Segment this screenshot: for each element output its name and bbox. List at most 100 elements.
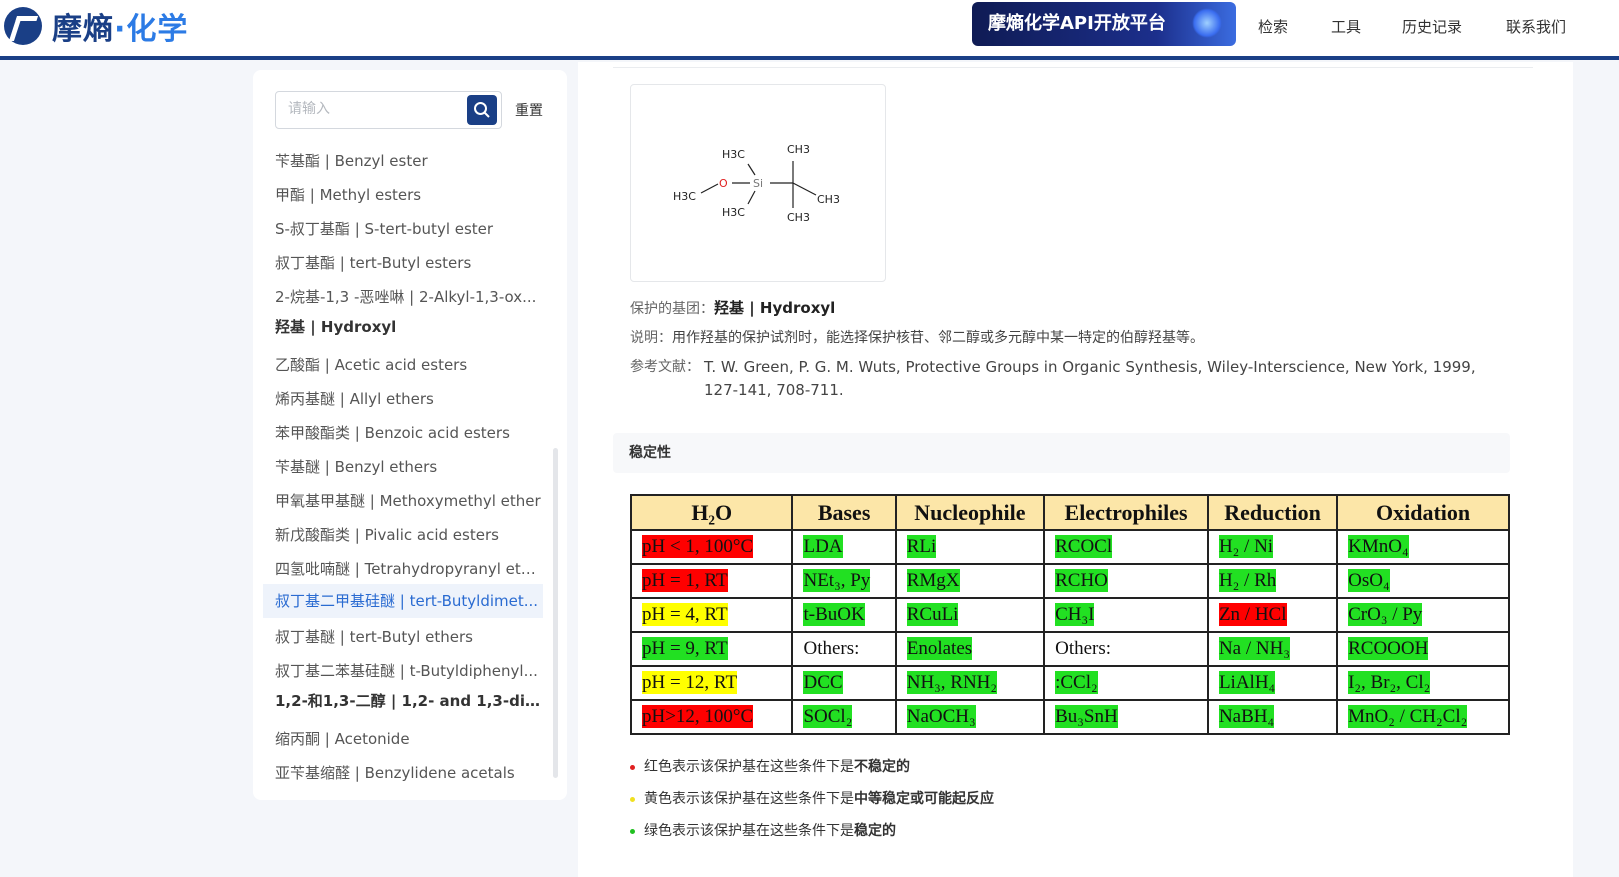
condition-label: H₂ / Rh <box>1218 569 1277 592</box>
column-header: Electrophiles <box>1043 494 1209 531</box>
table-row: pH = 1, RT NEt₃, Py RMgX RCHO H₂ / Rh OsO₄ <box>629 563 1510 599</box>
api-platform-banner[interactable]: 摩熵化学API开放平台 <box>972 2 1236 46</box>
table-cell: SOCl₂ <box>791 699 897 735</box>
list-item[interactable]: 烯丙基醚 | Allyl ethers <box>275 388 543 409</box>
condition-label: RMgX <box>906 569 960 592</box>
condition-label: RCuLi <box>906 603 959 626</box>
molecule-structure: H3C CH3 O Si H3C CH3 H3C CH3 <box>673 143 840 224</box>
table-cell: pH = 9, RT <box>629 631 794 667</box>
list-item[interactable]: 2-烷基-1,3 -恶唑啉 | 2-Alkyl-1,3-ox... <box>275 286 543 307</box>
table-cell: LDA <box>791 529 897 565</box>
table-cell: NaBH₄ <box>1206 699 1339 735</box>
condition-label: pH>12, 100°C <box>642 705 754 728</box>
table-cell: pH = 4, RT <box>629 597 794 633</box>
table-row: pH < 1, 100°C LDA RLi RCOCl H₂ / Ni KMnO₄ <box>629 529 1510 565</box>
list-item[interactable]: 亚苄基缩醛 | Benzylidene acetals <box>275 762 543 783</box>
site-logo[interactable]: 摩熵·化学 <box>4 4 188 48</box>
list-item[interactable]: 苯甲酸酯类 | Benzoic acid esters <box>275 422 543 443</box>
table-cell: I₂, Br₂, Cl₂ <box>1336 665 1510 701</box>
group-heading[interactable]: 羟基 | Hydroxyl <box>275 316 543 337</box>
table-cell: Others: <box>1043 631 1209 667</box>
list-item[interactable]: 苄基醚 | Benzyl ethers <box>275 456 543 477</box>
green-dot-icon <box>630 828 635 834</box>
table-cell: RMgX <box>894 563 1046 599</box>
table-cell: OsO₄ <box>1336 563 1510 599</box>
nav-search[interactable]: 检索 <box>1258 16 1288 37</box>
column-header: Reduction <box>1206 494 1339 531</box>
list-item[interactable]: S-叔丁基酯 | S-tert-butyl ester <box>275 218 543 239</box>
main-content: H3C CH3 O Si H3C CH3 H3C CH3 保护的基团：羟基 | … <box>578 62 1573 877</box>
table-cell: :CCl₂ <box>1043 665 1209 701</box>
condition-label: KMnO₄ <box>1348 535 1409 558</box>
search-icon <box>474 102 490 118</box>
stability-table: H₂O Bases Nucleophile Electrophiles Redu… <box>629 494 1510 735</box>
list-item[interactable]: 四氢吡喃醚 | Tetrahydropyranyl eth... <box>275 558 543 579</box>
logo-text: 摩熵·化学 <box>52 12 189 47</box>
table-cell: MnO₂ / CH₂Cl₂ <box>1336 699 1510 735</box>
condition-label: I₂, Br₂, Cl₂ <box>1348 671 1431 694</box>
reset-button[interactable]: 重置 <box>515 100 543 120</box>
table-cell: H₂ / Rh <box>1206 563 1339 599</box>
table-cell: NH₃, RNH₂ <box>894 665 1046 701</box>
legend-red: 红色表示该保护基在这些条件下是不稳定的 <box>630 756 910 776</box>
group-heading[interactable]: 1,2-和1,3-二醇 | 1,2- and 1,3-diols <box>275 690 543 711</box>
list-item[interactable]: 乙酸酯 | Acetic acid esters <box>275 354 543 375</box>
nav-tools[interactable]: 工具 <box>1331 16 1361 37</box>
condition-label: pH = 1, RT <box>642 569 728 592</box>
condition-label: NaBH₄ <box>1218 705 1275 728</box>
condition-label: RLi <box>906 535 937 558</box>
condition-label: DCC <box>803 671 843 694</box>
table-cell: LiAlH₄ <box>1206 665 1339 701</box>
table-cell: pH>12, 100°C <box>629 699 794 735</box>
condition-label: CH₃I <box>1055 603 1095 626</box>
nav-contact[interactable]: 联系我们 <box>1506 16 1566 37</box>
condition-label: :CCl₂ <box>1055 671 1098 694</box>
column-header: Bases <box>791 494 897 531</box>
table-cell: CH₃I <box>1043 597 1209 633</box>
table-cell: pH = 1, RT <box>629 563 794 599</box>
table-row: pH = 9, RT Others: Enolates Others: Na / NH₃… <box>629 631 1510 667</box>
nav-history[interactable]: 历史记录 <box>1402 16 1462 37</box>
table-cell: Others: <box>791 631 897 667</box>
description: 说明：用作羟基的保护试剂时，能选择保护核苷、邻二醇或多元醇中某一特定的伯醇羟基等… <box>630 330 1204 346</box>
red-dot-icon <box>630 764 635 770</box>
table-cell: Enolates <box>894 631 1046 667</box>
divider <box>613 62 1533 68</box>
condition-label: Zn / HCl <box>1218 603 1287 626</box>
table-cell: pH < 1, 100°C <box>629 529 794 565</box>
sidebar: 重置 苄基酯 | Benzyl ester 甲酯 | Methyl esters… <box>253 70 567 800</box>
search-button[interactable] <box>467 95 497 125</box>
search-input[interactable] <box>286 100 460 118</box>
table-cell: RCuLi <box>894 597 1046 633</box>
table-cell: NaOCH₃ <box>894 699 1046 735</box>
condition-label: RCOCl <box>1055 535 1113 558</box>
list-item[interactable]: 新戊酸酯类 | Pivalic acid esters <box>275 524 543 545</box>
structure-label: O <box>719 177 728 190</box>
list-item[interactable]: 苄基酯 | Benzyl ester <box>275 150 543 171</box>
condition-label: Others: <box>1055 638 1112 659</box>
legend-green: 绿色表示该保护基在这些条件下是稳定的 <box>630 820 896 840</box>
sidebar-scrollbar[interactable] <box>553 448 558 778</box>
condition-label: Others: <box>803 638 860 659</box>
list-item[interactable]: 叔丁基醚 | tert-Butyl ethers <box>275 626 543 647</box>
stability-section-title: 稳定性 <box>613 433 1510 473</box>
logo-mark-icon <box>4 7 42 45</box>
list-item[interactable]: 缩丙酮 | Acetonide <box>275 728 543 749</box>
list-item[interactable]: 叔丁基二苯基硅醚 | t-Butyldiphenyl... <box>275 660 543 681</box>
condition-label: LiAlH₄ <box>1218 671 1276 694</box>
column-header: Oxidation <box>1336 494 1510 531</box>
list-item[interactable]: 叔丁基酯 | tert-Butyl esters <box>275 252 543 273</box>
condition-label: CrO₃ / Py <box>1348 603 1423 626</box>
list-item-active[interactable]: 叔丁基二甲基硅醚 | tert-Butyldimet... <box>263 584 543 618</box>
legend-yellow: 黄色表示该保护基在这些条件下是中等稳定或可能起反应 <box>630 788 994 808</box>
condition-label: Enolates <box>906 637 973 660</box>
list-item[interactable]: 甲氧基甲基醚 | Methoxymethyl ether <box>275 490 543 511</box>
condition-label: pH = 4, RT <box>642 603 728 626</box>
yellow-dot-icon <box>630 796 635 802</box>
list-item[interactable]: 甲酯 | Methyl esters <box>275 184 543 205</box>
condition-label: NH₃, RNH₂ <box>906 671 998 694</box>
table-cell: RCOOOH <box>1336 631 1510 667</box>
structure-label: H3C <box>722 148 745 161</box>
top-header: 摩熵·化学 摩熵化学API开放平台 检索 工具 历史记录 联系我们 <box>0 0 1619 60</box>
table-row: pH>12, 100°C SOCl₂ NaOCH₃ Bu₃SnH NaBH₄ MnO₂ /… <box>629 699 1510 735</box>
